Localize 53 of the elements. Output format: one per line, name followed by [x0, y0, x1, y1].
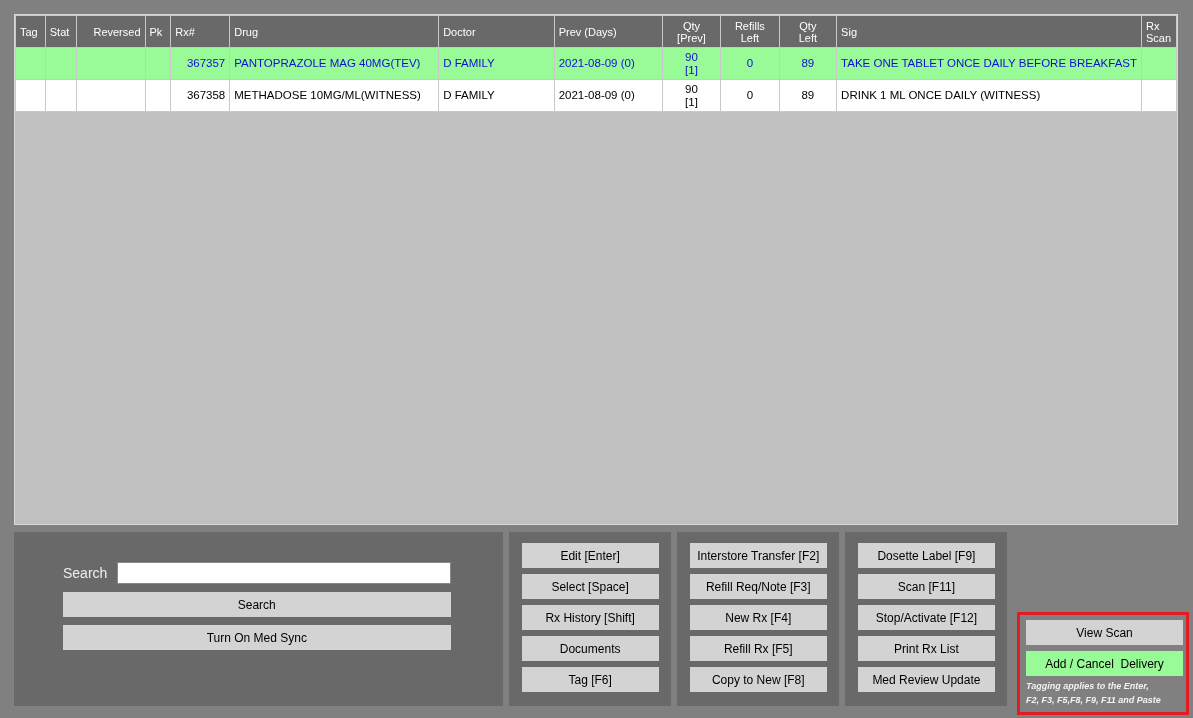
- table-cell: PANTOPRAZOLE MAG 40MG(TEV): [229, 47, 439, 80]
- column-header[interactable]: Drug: [229, 15, 439, 48]
- action-button[interactable]: New Rx [F4]: [689, 605, 827, 630]
- action-button[interactable]: Select [Space]: [521, 574, 659, 599]
- action-button[interactable]: Med Review Update: [857, 667, 995, 692]
- table-cell: 367358: [170, 79, 230, 112]
- action-button[interactable]: Stop/Activate [F12]: [857, 605, 995, 630]
- column-header[interactable]: Qty Left: [779, 15, 837, 48]
- column-header[interactable]: Stat: [45, 15, 77, 48]
- column-header[interactable]: Doctor: [438, 15, 555, 48]
- search-field[interactable]: [117, 562, 451, 584]
- delivery-button[interactable]: Add / Cancel Delivery: [1026, 651, 1183, 676]
- action-button[interactable]: Dosette Label [F9]: [857, 543, 995, 568]
- column-header[interactable]: Rx#: [170, 15, 230, 48]
- table-cell: METHADOSE 10MG/ML(WITNESS): [229, 79, 439, 112]
- view-scan-button[interactable]: View Scan: [1026, 620, 1183, 645]
- column-header[interactable]: Pk: [145, 15, 171, 48]
- table-row[interactable]: 367358 METHADOSE 10MG/ML(WITNESS) D FAMILY 2021-08-09 (0) 90 [1] 0 89 DRINK 1 ML ONCE DAILY (WITNESS): [15, 79, 1177, 112]
- column-header[interactable]: Tag: [15, 15, 46, 48]
- table-cell: D FAMILY: [438, 79, 555, 112]
- column-header[interactable]: Prev (Days): [554, 15, 663, 48]
- table-cell: 2021-08-09 (0): [554, 79, 663, 112]
- action-button[interactable]: Search: [63, 592, 451, 617]
- action-button[interactable]: Refill Req/Note [F3]: [689, 574, 827, 599]
- column-header[interactable]: Refills Left: [720, 15, 780, 48]
- table-cell: 90 [1]: [662, 79, 721, 112]
- table-cell: DRINK 1 ML ONCE DAILY (WITNESS): [836, 79, 1142, 112]
- table-cell: D FAMILY: [438, 47, 555, 80]
- table-cell: 90 [1]: [662, 47, 721, 80]
- table-cell: 2021-08-09 (0): [554, 47, 663, 80]
- table-row[interactable]: 367357 PANTOPRAZOLE MAG 40MG(TEV) D FAMILY 2021-08-09 (0) 90 [1] 0 89 TAKE ONE TABLET ONCE DAILY BEFORE BREAKFAST: [15, 47, 1177, 80]
- action-button[interactable]: Tag [F6]: [521, 667, 659, 692]
- table-cell: 0: [720, 47, 780, 80]
- action-button[interactable]: Print Rx List: [857, 636, 995, 661]
- table-cell: 0: [720, 79, 780, 112]
- action-button[interactable]: Copy to New [F8]: [689, 667, 827, 692]
- action-button[interactable]: Turn On Med Sync: [63, 625, 451, 650]
- action-button[interactable]: Interstore Transfer [F2]: [689, 543, 827, 568]
- action-button[interactable]: Rx History [Shift]: [521, 605, 659, 630]
- column-header[interactable]: Rx Scan: [1141, 15, 1177, 48]
- action-button[interactable]: Scan [F11]: [857, 574, 995, 599]
- action-button[interactable]: Documents: [521, 636, 659, 661]
- column-header[interactable]: Qty [Prev]: [662, 15, 721, 48]
- search-label: Search: [63, 565, 108, 581]
- table-cell: 367357: [170, 47, 230, 80]
- action-button[interactable]: Refill Rx [F5]: [689, 636, 827, 661]
- tagging-note: Tagging applies to the Enter, F2, F3, F5,F8, F9, F11 and Paste: [1026, 680, 1162, 707]
- action-button[interactable]: Edit [Enter]: [521, 543, 659, 568]
- table-cell: 89: [779, 47, 837, 80]
- table-cell: TAKE ONE TABLET ONCE DAILY BEFORE BREAKFAST: [836, 47, 1142, 80]
- table-cell: 89: [779, 79, 837, 112]
- column-header[interactable]: Reversed: [76, 15, 145, 48]
- column-header[interactable]: Sig: [836, 15, 1142, 48]
